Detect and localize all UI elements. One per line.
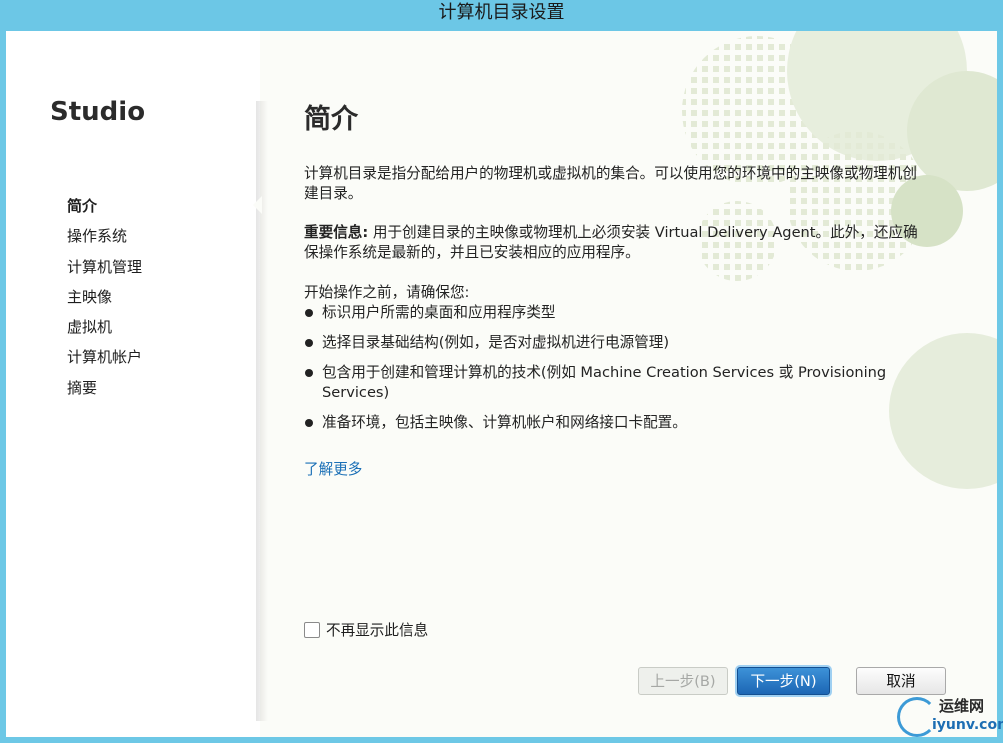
bullet-icon — [305, 339, 313, 347]
active-step-pointer-icon — [253, 196, 262, 214]
bullet-icon — [305, 369, 313, 377]
list-item: 包含用于创建和管理计算机的技术(例如 Machine Creation Serv… — [304, 363, 919, 403]
sidebar-divider — [256, 101, 268, 721]
nav-item-virtual-machines[interactable]: 虚拟机 — [67, 316, 142, 346]
checklist: 标识用户所需的桌面和应用程序类型 选择目录基础结构(例如，是否对虚拟机进行电源管… — [304, 303, 919, 443]
list-item: 准备环境，包括主映像、计算机帐户和网络接口卡配置。 — [304, 413, 919, 433]
dont-show-again-option[interactable]: 不再显示此信息 — [304, 619, 428, 640]
cancel-button[interactable]: 取消 — [856, 667, 946, 695]
list-item: 标识用户所需的桌面和应用程序类型 — [304, 303, 919, 323]
watermark-top-text: 运维网 — [939, 697, 985, 715]
before-start-text: 开始操作之前，请确保您: — [304, 284, 470, 301]
bullet-icon — [305, 419, 313, 427]
bullet-icon — [305, 309, 313, 317]
nav-item-machine-management[interactable]: 计算机管理 — [67, 256, 142, 286]
important-label: 重要信息: — [304, 224, 369, 241]
dont-show-again-checkbox[interactable] — [304, 621, 320, 638]
important-text: 用于创建目录的主映像或物理机上必须安装 Virtual Delivery Age… — [304, 224, 918, 261]
nav-item-operating-system[interactable]: 操作系统 — [67, 225, 142, 255]
nav-item-computer-accounts[interactable]: 计算机帐户 — [67, 346, 142, 376]
nav-item-intro[interactable]: 简介 — [67, 195, 142, 225]
studio-brand: Studio — [50, 97, 146, 127]
window-title: 计算机目录设置 — [0, 0, 1003, 31]
dialog-window: Studio 简介 操作系统 计算机管理 主映像 虚拟机 计算机帐户 摘要 简介… — [6, 31, 997, 737]
watermark-logo-icon — [897, 697, 937, 737]
learn-more-link[interactable]: 了解更多 — [304, 458, 362, 479]
intro-paragraph: 计算机目录是指分配给用户的物理机或虚拟机的集合。可以使用您的环境中的主映像或物理… — [304, 165, 917, 202]
watermark-bottom-text: iyunv.com — [932, 717, 1003, 733]
wizard-steps-nav: 简介 操作系统 计算机管理 主映像 虚拟机 计算机帐户 摘要 — [67, 195, 142, 407]
dont-show-again-label[interactable]: 不再显示此信息 — [326, 619, 428, 640]
list-item: 选择目录基础结构(例如，是否对虚拟机进行电源管理) — [304, 333, 919, 353]
page-title: 简介 — [304, 104, 358, 135]
important-paragraph: 重要信息: 用于创建目录的主映像或物理机上必须安装 Virtual Delive… — [304, 223, 919, 263]
back-button[interactable]: 上一步(B) — [638, 667, 728, 695]
nav-item-master-image[interactable]: 主映像 — [67, 286, 142, 316]
next-button[interactable]: 下一步(N) — [737, 667, 830, 695]
sidebar: Studio 简介 操作系统 计算机管理 主映像 虚拟机 计算机帐户 摘要 — [6, 31, 260, 737]
nav-item-summary[interactable]: 摘要 — [67, 377, 142, 407]
site-watermark: 运维网 iyunv.com — [897, 693, 1003, 741]
